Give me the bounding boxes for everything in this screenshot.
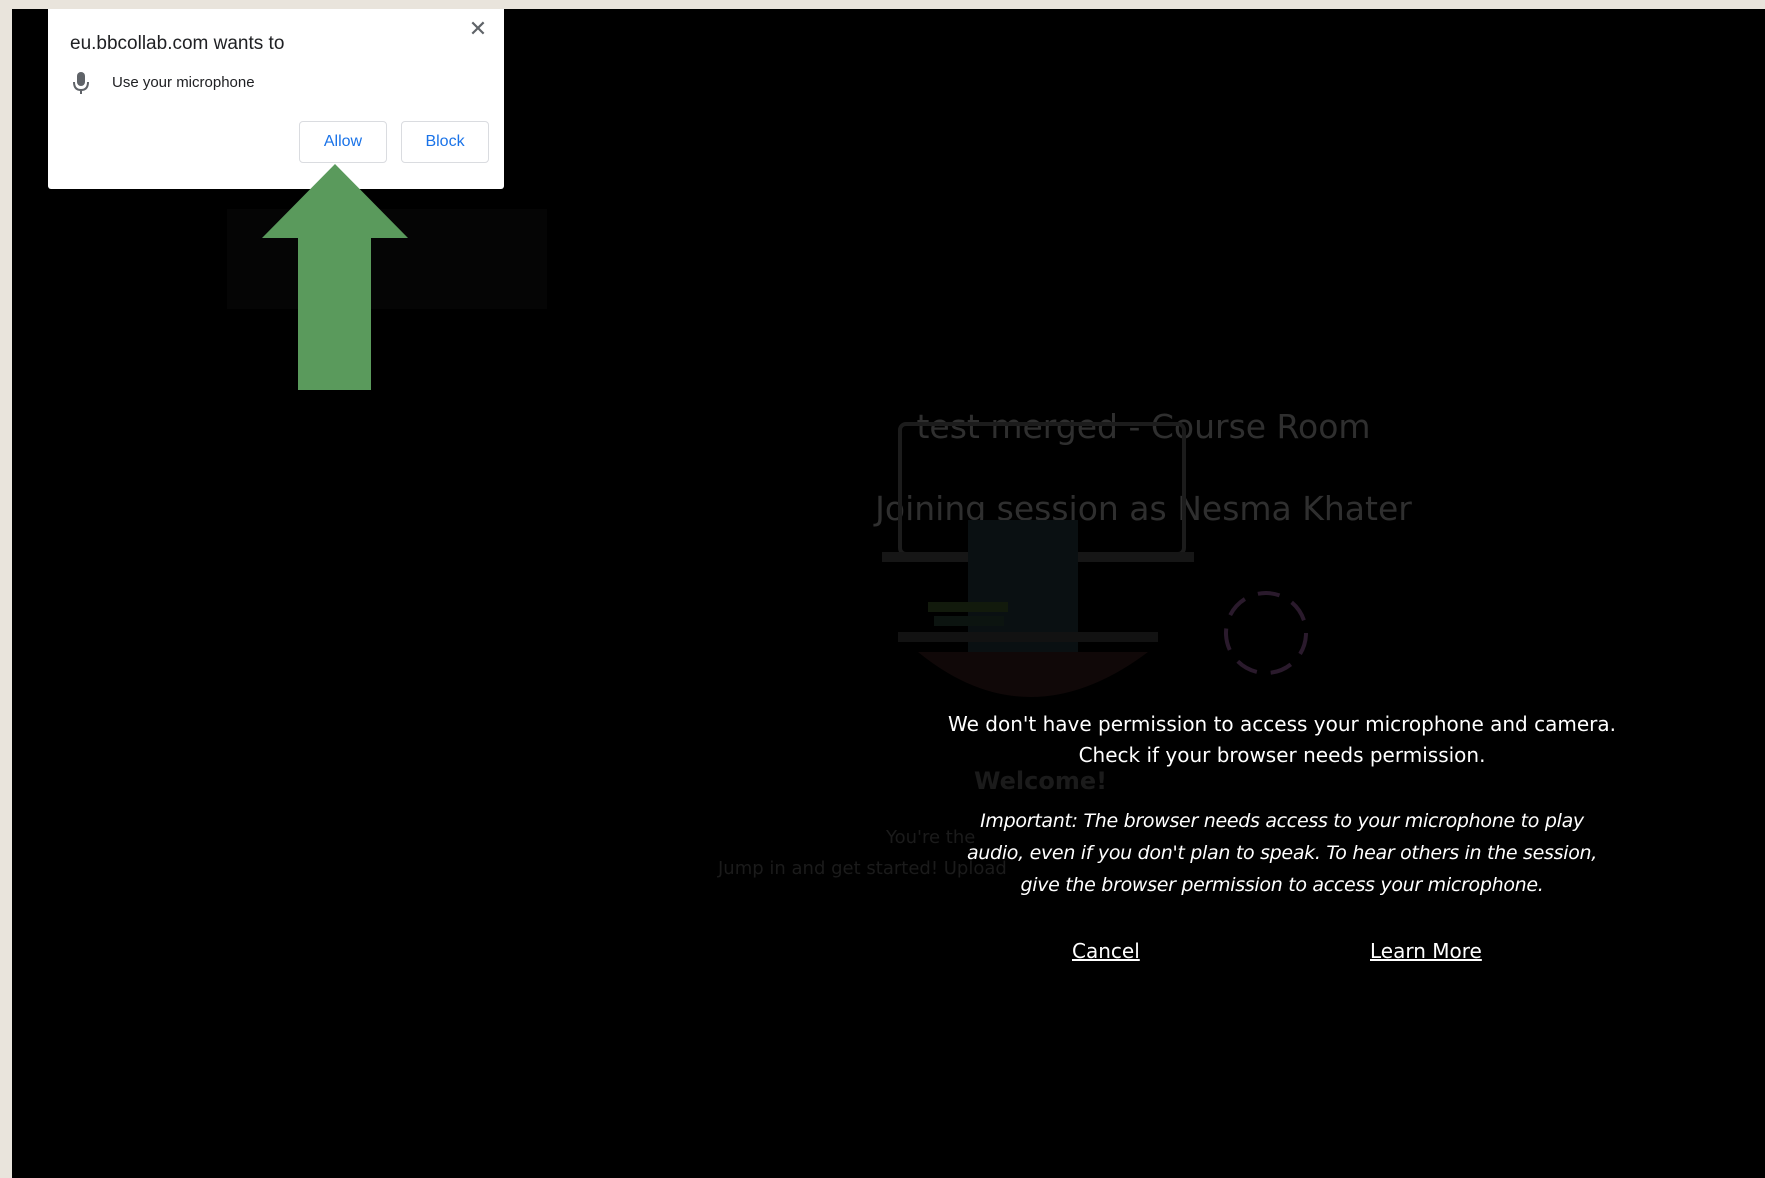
important-note-line-2: audio, even if you don't plan to speak. … <box>966 842 1598 864</box>
close-icon[interactable]: ✕ <box>466 17 490 41</box>
microphone-icon <box>73 72 89 94</box>
learn-more-link[interactable]: Learn More <box>1370 939 1482 963</box>
block-button[interactable]: Block <box>401 121 489 163</box>
permission-message-line-2: Check if your browser needs permission. <box>1078 743 1486 767</box>
important-note-line-1: Important: The browser needs access to y… <box>980 810 1584 832</box>
important-note-line-3: give the browser permission to access yo… <box>1020 874 1544 896</box>
permission-message-line-1: We don't have permission to access your … <box>948 712 1616 736</box>
loading-spinner-icon <box>1224 591 1308 675</box>
session-screen: test merged - Course Room Joining sessio… <box>12 9 1765 1178</box>
cancel-link[interactable]: Cancel <box>1072 939 1140 963</box>
important-note: Important: The browser needs access to y… <box>932 805 1632 901</box>
permission-message: We don't have permission to access your … <box>932 709 1632 771</box>
permission-label: Use your microphone <box>112 74 255 91</box>
popup-title: eu.bbcollab.com wants to <box>70 33 285 54</box>
allow-button[interactable]: Allow <box>299 121 387 163</box>
microphone-permission-popup: eu.bbcollab.com wants to ✕ Use your micr… <box>48 9 504 189</box>
arrow-up-icon <box>262 164 408 390</box>
room-illustration-icon <box>882 422 1194 697</box>
welcome-heading: Welcome! <box>974 767 1108 795</box>
